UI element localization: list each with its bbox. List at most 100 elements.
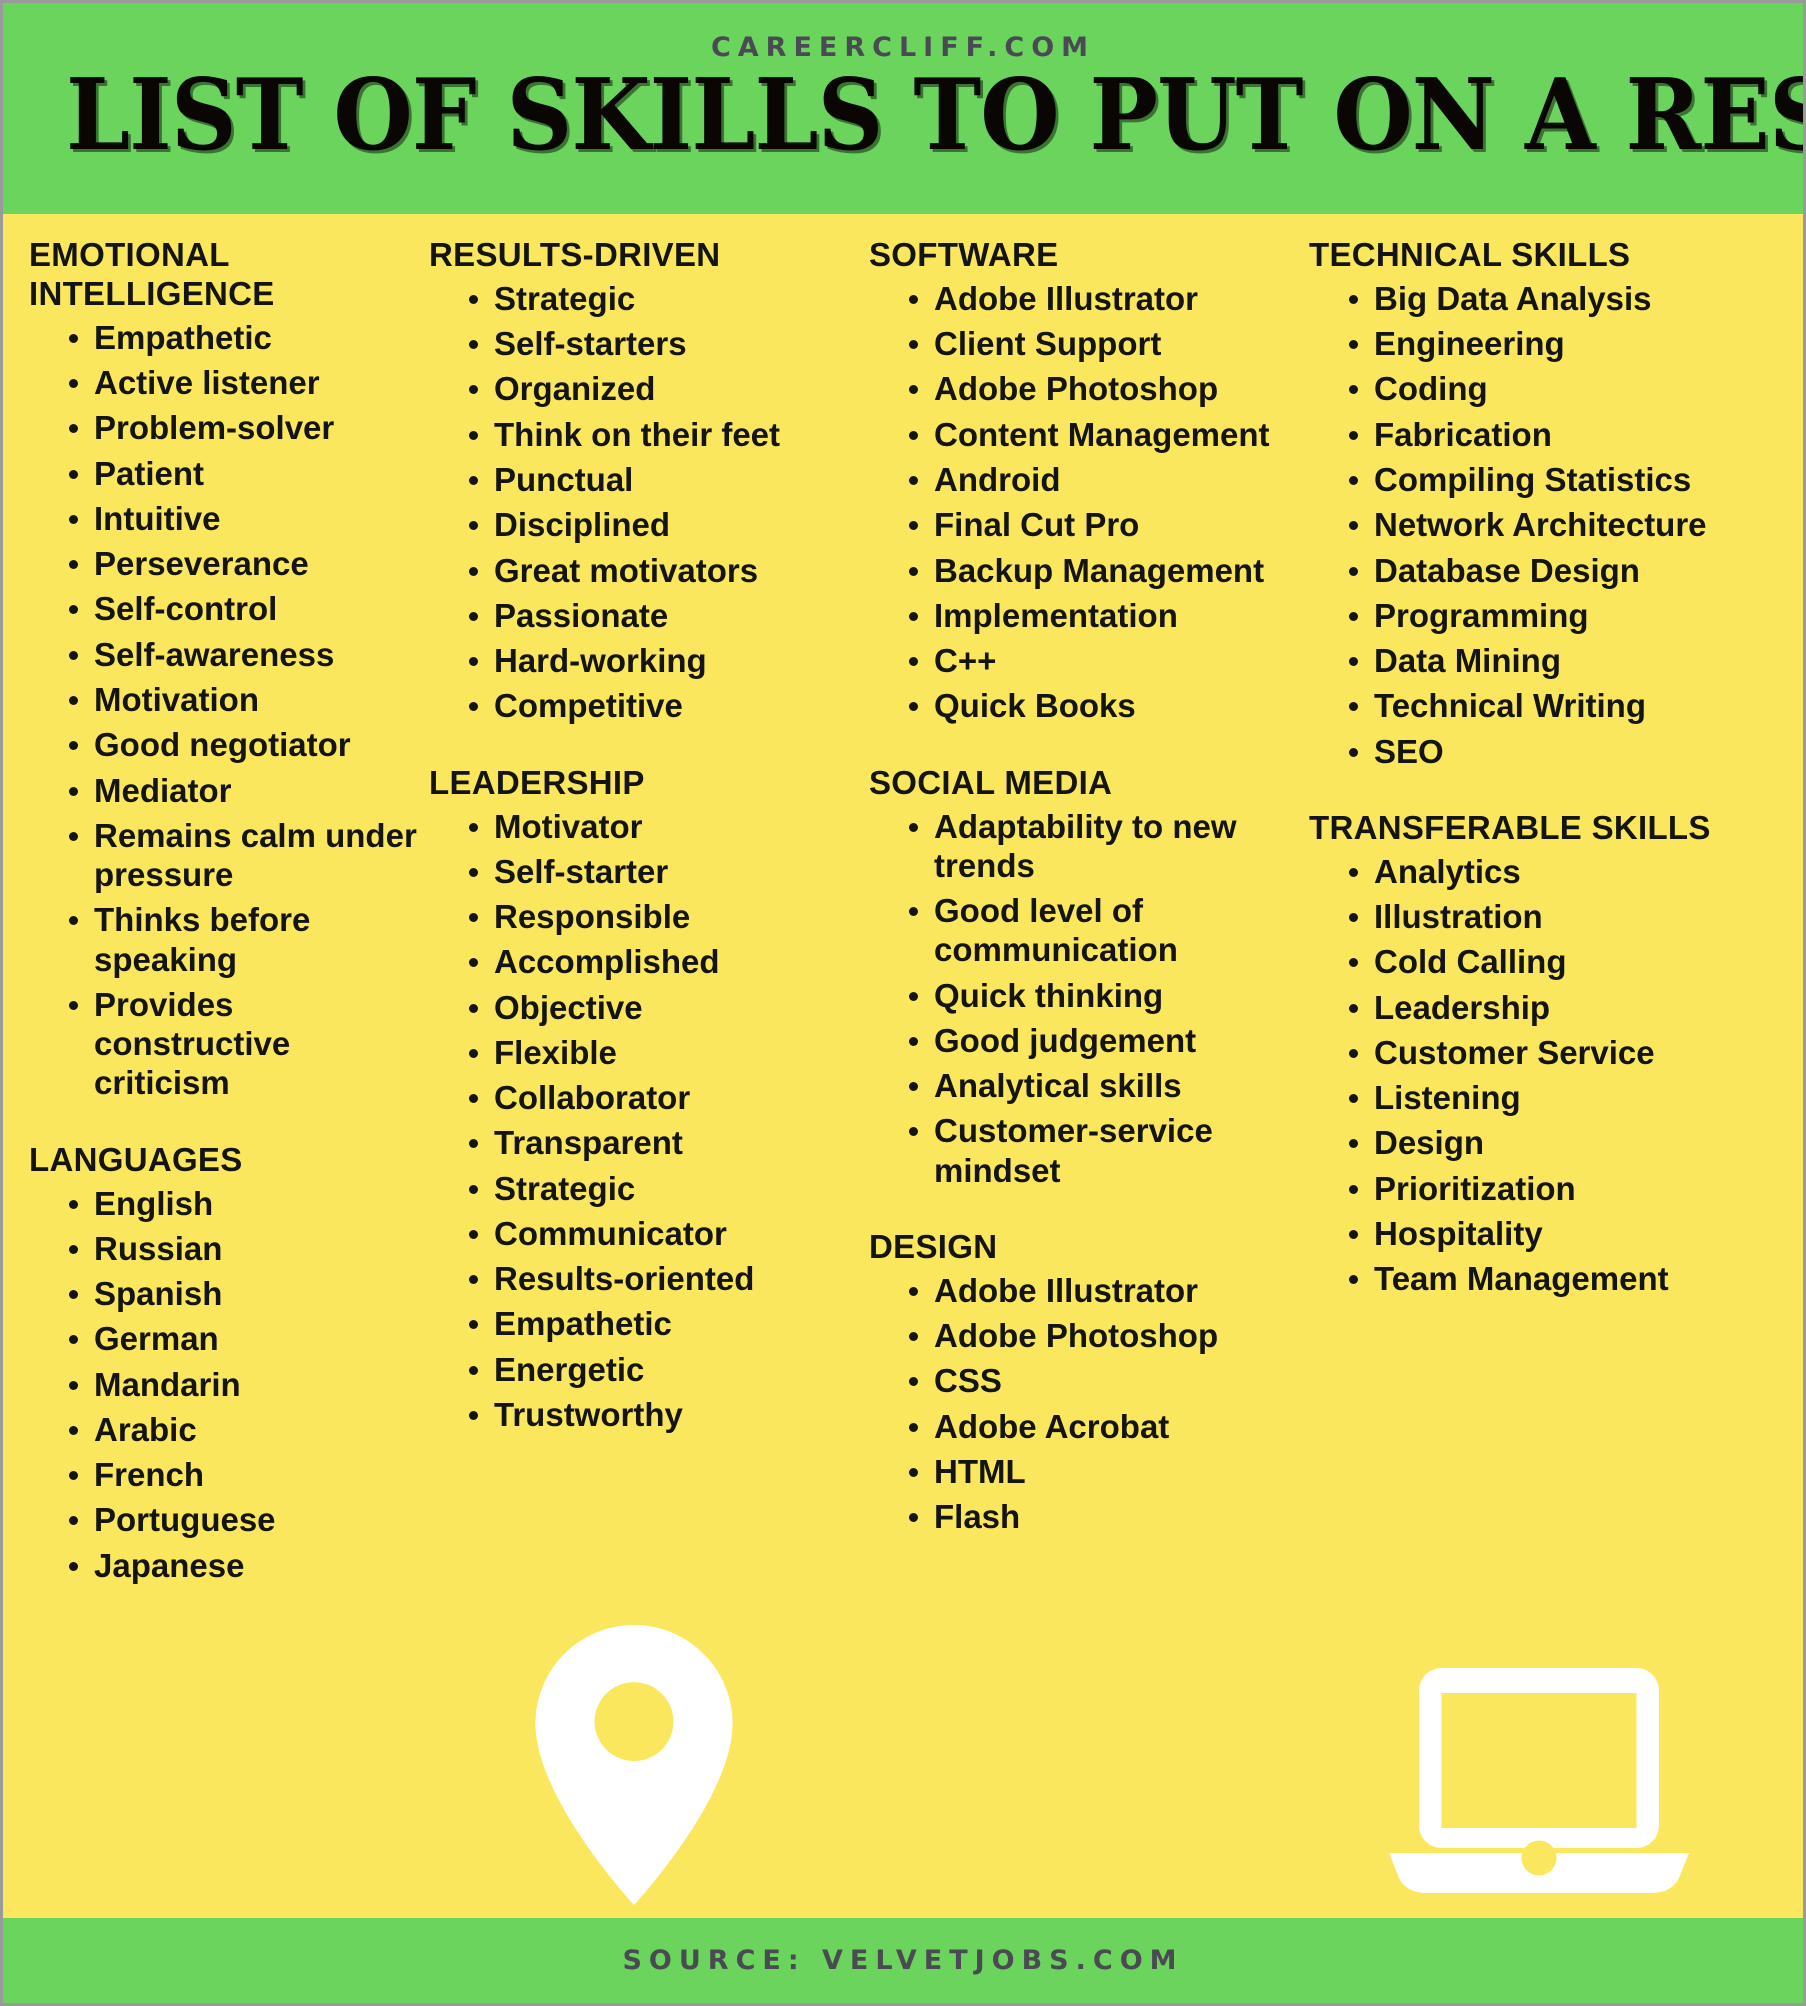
skills-list: English Russian Spanish German Mandarin Arabi… — [29, 1184, 419, 1585]
list-item: Adobe Illustrator — [907, 1271, 1299, 1310]
list-item: Trustworthy — [467, 1395, 859, 1434]
section-heading: LANGUAGES — [29, 1140, 243, 1178]
list-item: Intuitive — [67, 499, 419, 538]
list-item: Analytical skills — [907, 1066, 1299, 1105]
skills-section: TRANSFERABLE SKILLS Analytics Illustration… — [1309, 809, 1759, 1299]
skills-section: EMOTIONAL INTELLIGENCE Empathetic Active l… — [29, 236, 419, 1103]
list-item: Great motivators — [467, 551, 859, 590]
list-item: Motivator — [467, 807, 859, 846]
header-banner: CAREERCLIFF.COM LIST OF SKILLS TO PUT ON… — [3, 3, 1803, 214]
section-heading: SOCIAL MEDIA — [869, 763, 1113, 801]
list-item: Patient — [67, 454, 419, 493]
list-item: Quick Books — [907, 686, 1299, 725]
list-item: Punctual — [467, 460, 859, 499]
list-item: Content Management — [907, 415, 1299, 454]
skills-list: Adobe Illustrator Adobe Photoshop CSS Adobe… — [869, 1271, 1299, 1537]
list-item: Objective — [467, 988, 859, 1027]
list-item: Mandarin — [67, 1365, 419, 1404]
list-item: HTML — [907, 1452, 1299, 1491]
list-item: Motivation — [67, 680, 419, 719]
list-item: Adobe Illustrator — [907, 279, 1299, 318]
infographic-page: CAREERCLIFF.COM LIST OF SKILLS TO PUT ON… — [0, 0, 1806, 2006]
section-heading: TRANSFERABLE SKILLS — [1309, 808, 1711, 846]
list-item: Perseverance — [67, 544, 419, 583]
skills-list: Motivator Self-starter Responsible Accompli… — [429, 807, 859, 1435]
list-item: Active listener — [67, 363, 419, 402]
list-item: Spanish — [67, 1274, 419, 1313]
list-item: Hospitality — [1347, 1214, 1759, 1253]
list-item: Engineering — [1347, 324, 1759, 363]
list-item: German — [67, 1319, 419, 1358]
list-item: Accomplished — [467, 942, 859, 981]
list-item: Transparent — [467, 1123, 859, 1162]
skills-list: Adaptability to new trends Good level of … — [869, 807, 1299, 1190]
list-item: Strategic — [467, 1169, 859, 1208]
laptop-icon — [1389, 1668, 1689, 1893]
list-item: Mediator — [67, 771, 419, 810]
list-item: Portuguese — [67, 1500, 419, 1539]
list-item: Cold Calling — [1347, 942, 1759, 981]
list-item: Russian — [67, 1229, 419, 1268]
footer-banner: SOURCE: VELVETJOBS.COM — [3, 1918, 1803, 2003]
list-item: Problem-solver — [67, 408, 419, 447]
map-pin-icon — [535, 1625, 733, 1905]
section-heading: EMOTIONAL INTELLIGENCE — [29, 236, 275, 312]
list-item: CSS — [907, 1361, 1299, 1400]
skills-section: LEADERSHIP Motivator Self-starter Responsib… — [429, 764, 859, 1435]
list-item: Programming — [1347, 596, 1759, 635]
skills-section: TECHNICAL SKILLS Big Data Analysis Enginee… — [1309, 236, 1759, 771]
list-item: Passionate — [467, 596, 859, 635]
list-item: Self-starter — [467, 852, 859, 891]
section-heading: RESULTS-DRIVEN — [429, 236, 721, 273]
list-item: Database Design — [1347, 551, 1759, 590]
skills-list: Strategic Self-starters Organized Think on … — [429, 279, 859, 726]
list-item: Design — [1347, 1123, 1759, 1162]
section-heading: LEADERSHIP — [429, 763, 645, 801]
list-item: Results-oriented — [467, 1259, 859, 1298]
list-item: Backup Management — [907, 551, 1299, 590]
skills-column-3: SOFTWARE Adobe Illustrator Client Support A… — [869, 236, 1309, 1542]
list-item: Implementation — [907, 596, 1299, 635]
list-item: SEO — [1347, 732, 1759, 771]
list-item: Responsible — [467, 897, 859, 936]
list-item: Self-control — [67, 589, 419, 628]
list-item: Leadership — [1347, 988, 1759, 1027]
list-item: Flash — [907, 1497, 1299, 1536]
list-item: Illustration — [1347, 897, 1759, 936]
list-item: Compiling Statistics — [1347, 460, 1759, 499]
section-heading: SOFTWARE — [869, 236, 1059, 273]
page-title: LIST OF SKILLS TO PUT ON A RESUME — [66, 57, 1803, 173]
list-item: Client Support — [907, 324, 1299, 363]
list-item: Coding — [1347, 369, 1759, 408]
list-item: Android — [907, 460, 1299, 499]
list-item: Empathetic — [467, 1304, 859, 1343]
skills-list: Big Data Analysis Engineering Coding Fabric… — [1309, 279, 1759, 771]
list-item: C++ — [907, 641, 1299, 680]
list-item: Data Mining — [1347, 641, 1759, 680]
list-item: Provides constructive criticism — [67, 985, 419, 1103]
list-item: Organized — [467, 369, 859, 408]
skills-column-1: EMOTIONAL INTELLIGENCE Empathetic Active l… — [29, 236, 429, 1591]
list-item: Adobe Photoshop — [907, 369, 1299, 408]
list-item: Self-awareness — [67, 635, 419, 674]
list-item: Remains calm under pressure — [67, 816, 419, 895]
section-heading: TECHNICAL SKILLS — [1309, 236, 1631, 273]
list-item: French — [67, 1455, 419, 1494]
list-item: Self-starters — [467, 324, 859, 363]
skills-column-4: TECHNICAL SKILLS Big Data Analysis Enginee… — [1309, 236, 1769, 1304]
list-item: Japanese — [67, 1546, 419, 1585]
list-item: Competitive — [467, 686, 859, 725]
list-item: English — [67, 1184, 419, 1223]
list-item: Hard-working — [467, 641, 859, 680]
skills-section: DESIGN Adobe Illustrator Adobe Photoshop CS… — [869, 1228, 1299, 1537]
skills-section: LANGUAGES English Russian Spanish German Mand… — [29, 1141, 419, 1585]
list-item: Big Data Analysis — [1347, 279, 1759, 318]
list-item: Adaptability to new trends — [907, 807, 1299, 886]
list-item: Arabic — [67, 1410, 419, 1449]
list-item: Good level of communication — [907, 891, 1299, 970]
list-item: Thinks before speaking — [67, 900, 419, 979]
list-item: Adobe Photoshop — [907, 1316, 1299, 1355]
list-item: Final Cut Pro — [907, 505, 1299, 544]
skills-section: SOCIAL MEDIA Adaptability to new trends Go… — [869, 764, 1299, 1190]
skills-list: Empathetic Active listener Problem-solver P… — [29, 318, 419, 1103]
